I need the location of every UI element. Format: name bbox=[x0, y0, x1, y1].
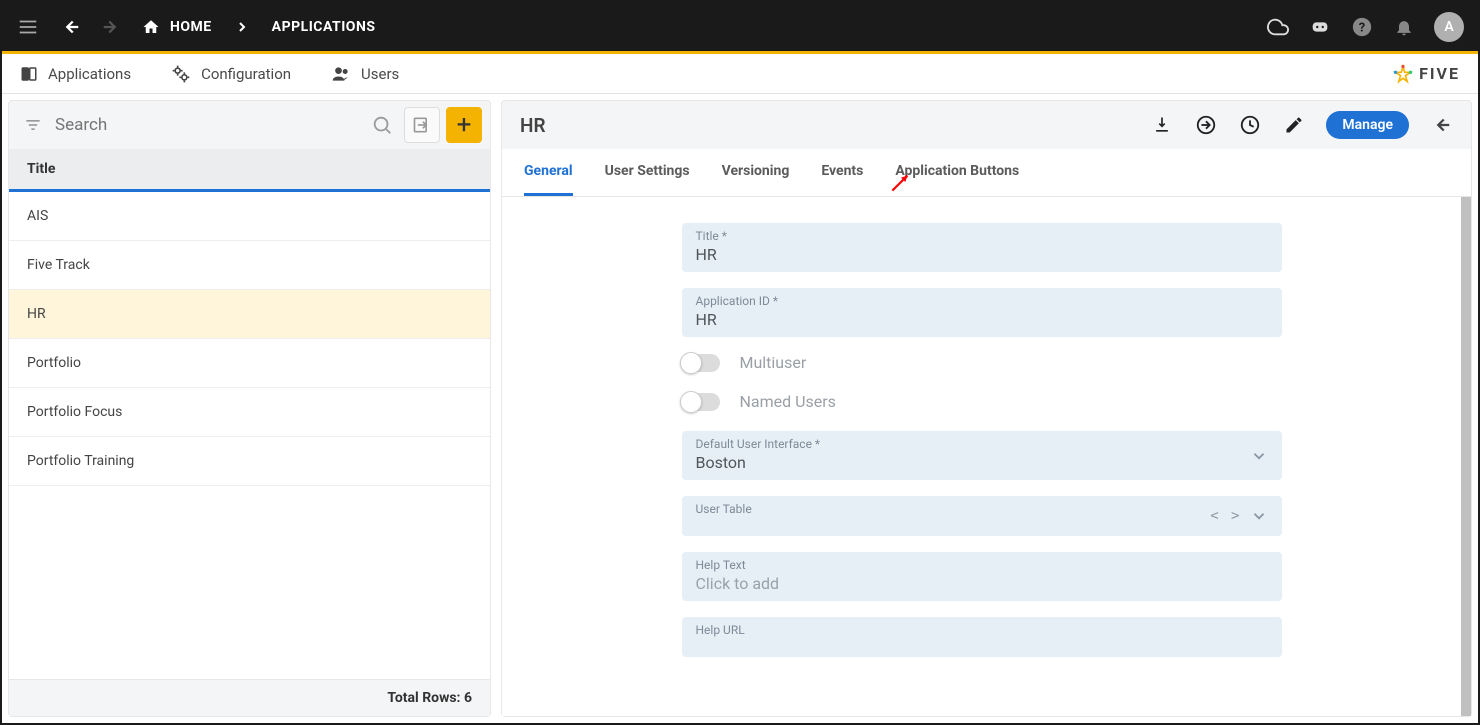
cloud-icon[interactable] bbox=[1266, 15, 1290, 39]
total-rows-label: Total Rows: 6 bbox=[387, 690, 472, 706]
right-header: HR Manage bbox=[502, 101, 1471, 149]
avatar[interactable]: A bbox=[1434, 12, 1464, 42]
list-header-label: Title bbox=[27, 161, 55, 177]
code-icon: < > bbox=[1210, 508, 1241, 524]
helpurl-label: Help URL bbox=[696, 623, 1268, 637]
back-arrow-icon[interactable] bbox=[58, 15, 82, 39]
main: + Title AISFive TrackHRPortfolioPortfoli… bbox=[2, 94, 1478, 723]
namedusers-row: Named Users bbox=[682, 392, 1282, 411]
namedusers-label: Named Users bbox=[740, 392, 836, 411]
usertable-field[interactable]: User Table < > bbox=[682, 496, 1282, 536]
edit-icon[interactable] bbox=[1282, 113, 1306, 137]
navbar-left: Applications Configuration Users bbox=[20, 64, 399, 84]
nav-users-label: Users bbox=[361, 65, 399, 83]
navbar: Applications Configuration Users FIVE bbox=[2, 54, 1478, 94]
filter-icon[interactable] bbox=[17, 109, 49, 141]
topbar-right: ? A bbox=[1266, 12, 1464, 42]
chevron-down-icon bbox=[1250, 447, 1268, 465]
nav-configuration[interactable]: Configuration bbox=[171, 64, 291, 84]
add-button[interactable]: + bbox=[446, 107, 482, 143]
tab-application-buttons[interactable]: Application Buttons bbox=[895, 149, 1019, 196]
left-toolbar: + bbox=[9, 101, 490, 149]
manage-button-label: Manage bbox=[1342, 117, 1393, 133]
brand-text: FIVE bbox=[1419, 64, 1460, 83]
breadcrumb-chevron-icon bbox=[230, 15, 254, 39]
download-icon[interactable] bbox=[1150, 113, 1174, 137]
list-header[interactable]: Title bbox=[9, 149, 490, 192]
helptext-label: Help Text bbox=[696, 558, 1268, 572]
chat-bot-icon[interactable] bbox=[1308, 15, 1332, 39]
chevron-down-icon bbox=[1250, 507, 1268, 525]
hamburger-icon[interactable] bbox=[16, 15, 40, 39]
collapse-button[interactable] bbox=[404, 107, 440, 143]
avatar-letter: A bbox=[1444, 19, 1453, 35]
tabs: General User Settings Versioning Events Appl… bbox=[502, 149, 1471, 197]
appid-field-value: HR bbox=[696, 310, 1268, 329]
title-field[interactable]: Title * HR bbox=[682, 223, 1282, 272]
tab-events[interactable]: Events bbox=[821, 149, 863, 196]
forward-arrow-icon bbox=[100, 15, 124, 39]
breadcrumb-applications[interactable]: APPLICATIONS bbox=[272, 19, 376, 35]
list-row[interactable]: Five Track bbox=[9, 241, 490, 290]
bell-icon[interactable] bbox=[1392, 15, 1416, 39]
multiuser-label: Multiuser bbox=[740, 353, 807, 372]
back-icon[interactable] bbox=[1429, 113, 1453, 137]
breadcrumb-home-label: HOME bbox=[170, 19, 212, 35]
topbar: HOME APPLICATIONS ? A bbox=[2, 2, 1478, 54]
breadcrumb-home[interactable]: HOME bbox=[142, 18, 212, 36]
history-icon[interactable] bbox=[1238, 113, 1262, 137]
topbar-left: HOME APPLICATIONS bbox=[16, 15, 375, 39]
nav-configuration-label: Configuration bbox=[201, 65, 291, 83]
appid-field[interactable]: Application ID * HR bbox=[682, 288, 1282, 337]
page-title: HR bbox=[520, 114, 546, 137]
tab-versioning[interactable]: Versioning bbox=[722, 149, 790, 196]
title-field-value: HR bbox=[696, 245, 1268, 264]
search-icon[interactable] bbox=[366, 109, 398, 141]
list-footer: Total Rows: 6 bbox=[9, 679, 490, 716]
default-ui-field[interactable]: Default User Interface * Boston bbox=[682, 431, 1282, 480]
helptext-placeholder: Click to add bbox=[696, 574, 1268, 593]
namedusers-toggle[interactable] bbox=[682, 393, 720, 411]
default-ui-value: Boston bbox=[696, 453, 1268, 472]
appid-field-label: Application ID * bbox=[696, 294, 1268, 308]
nav-applications-label: Applications bbox=[48, 65, 131, 83]
form-area: Title * HR Application ID * HR Multiuser… bbox=[502, 197, 1471, 716]
tab-general[interactable]: General bbox=[524, 149, 573, 196]
list-row[interactable]: HR bbox=[9, 290, 490, 339]
helptext-field[interactable]: Help Text Click to add bbox=[682, 552, 1282, 601]
list-row[interactable]: AIS bbox=[9, 192, 490, 241]
list-row[interactable]: Portfolio bbox=[9, 339, 490, 388]
left-panel: + Title AISFive TrackHRPortfolioPortfoli… bbox=[8, 100, 491, 717]
list-row[interactable]: Portfolio Focus bbox=[9, 388, 490, 437]
brand-logo-icon bbox=[1393, 64, 1413, 84]
tab-user-settings[interactable]: User Settings bbox=[605, 149, 690, 196]
right-panel: HR Manage bbox=[501, 100, 1472, 717]
nav-users[interactable]: Users bbox=[331, 64, 399, 84]
multiuser-toggle[interactable] bbox=[682, 354, 720, 372]
right-actions: Manage bbox=[1150, 111, 1453, 139]
multiuser-row: Multiuser bbox=[682, 353, 1282, 372]
manage-button[interactable]: Manage bbox=[1326, 111, 1409, 139]
usertable-label: User Table bbox=[696, 502, 1268, 516]
help-icon[interactable]: ? bbox=[1350, 15, 1374, 39]
helpurl-field[interactable]: Help URL bbox=[682, 617, 1282, 657]
plus-icon: + bbox=[457, 112, 472, 138]
default-ui-label: Default User Interface * bbox=[696, 437, 1268, 451]
application-list: AISFive TrackHRPortfolioPortfolio FocusP… bbox=[9, 192, 490, 679]
nav-applications[interactable]: Applications bbox=[20, 65, 131, 83]
export-icon[interactable] bbox=[1194, 113, 1218, 137]
search-input[interactable] bbox=[55, 115, 360, 135]
title-field-label: Title * bbox=[696, 229, 1268, 243]
list-row[interactable]: Portfolio Training bbox=[9, 437, 490, 486]
svg-text:?: ? bbox=[1359, 20, 1365, 35]
breadcrumb-applications-label: APPLICATIONS bbox=[272, 19, 376, 35]
brand: FIVE bbox=[1393, 64, 1460, 84]
